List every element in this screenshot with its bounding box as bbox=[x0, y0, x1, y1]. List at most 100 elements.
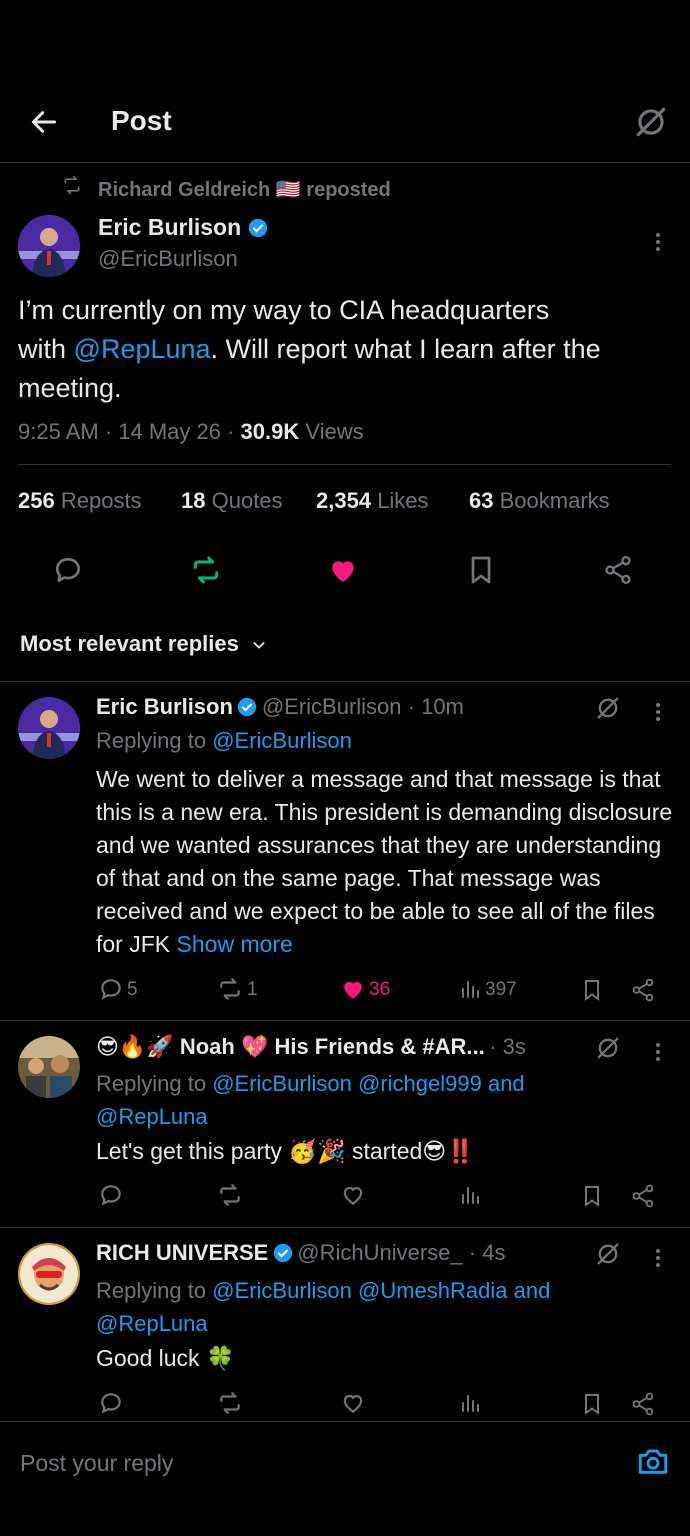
grok-reply-button[interactable] bbox=[594, 1034, 622, 1062]
bookmarks-label: Bookmarks bbox=[499, 488, 610, 513]
replying-mention[interactable]: @EricBurlison @richgel999 and bbox=[212, 1071, 524, 1096]
mention-link[interactable]: @RepLuna bbox=[74, 334, 211, 364]
views-icon bbox=[462, 1395, 479, 1412]
grok-reply-button[interactable] bbox=[594, 1240, 622, 1268]
reposts-stat[interactable]: 256 Reposts bbox=[18, 488, 142, 514]
post-time: 9:25 AM · 14 May 26 · bbox=[18, 419, 241, 444]
views-icon bbox=[458, 976, 482, 1002]
repost-button[interactable] bbox=[189, 554, 223, 586]
reply-share-button[interactable] bbox=[630, 976, 656, 1004]
grok-icon bbox=[636, 107, 666, 137]
likes-stat[interactable]: 2,354 Likes bbox=[316, 488, 429, 514]
sort-label: Most relevant replies bbox=[20, 631, 239, 656]
reposts-count: 256 bbox=[18, 488, 55, 513]
header-divider bbox=[0, 162, 690, 163]
quotes-stat[interactable]: 18 Quotes bbox=[181, 488, 283, 514]
verified-badge-icon bbox=[237, 697, 257, 717]
chevron-down-icon bbox=[251, 637, 267, 653]
reply-more-button[interactable] bbox=[656, 700, 662, 724]
replying-to: Replying to @EricBurlison @UmeshRadia an… bbox=[96, 1274, 550, 1340]
reply-more-button[interactable] bbox=[656, 1246, 662, 1270]
replying-prefix: Replying to bbox=[96, 728, 213, 753]
heart-filled-icon bbox=[340, 976, 366, 1002]
repost-icon bbox=[216, 976, 244, 1002]
views-count: 397 bbox=[485, 979, 517, 1000]
repost-label[interactable]: Richard Geldreich 🇺🇸 reposted bbox=[98, 177, 391, 202]
replying-mention-2[interactable]: @RepLuna bbox=[96, 1311, 208, 1336]
reply-icon bbox=[98, 976, 124, 1002]
reply-reply-button[interactable]: 5 bbox=[98, 976, 138, 1003]
reply-author-name[interactable]: Eric Burlison bbox=[96, 694, 233, 719]
reposts-label: Reposts bbox=[60, 488, 142, 513]
back-button[interactable] bbox=[28, 106, 60, 138]
bookmarks-count: 63 bbox=[469, 488, 494, 513]
replying-prefix: Replying to bbox=[96, 1071, 213, 1096]
reply-avatar[interactable] bbox=[18, 697, 80, 759]
reply-more-button[interactable] bbox=[656, 1040, 662, 1064]
bookmark-icon bbox=[585, 1394, 599, 1415]
share-button[interactable] bbox=[602, 554, 634, 586]
author-avatar[interactable] bbox=[18, 215, 80, 277]
reply-input[interactable] bbox=[18, 1444, 612, 1482]
reply-views-button[interactable]: 397 bbox=[458, 976, 517, 1003]
reply-bookmark-button[interactable] bbox=[580, 1390, 604, 1418]
reply-views-button[interactable] bbox=[458, 1182, 482, 1208]
reply-views-button[interactable] bbox=[458, 1390, 482, 1416]
reply-meta: @EricBurlison · 10m bbox=[261, 694, 464, 719]
replying-to: Replying to @EricBurlison @richgel999 an… bbox=[96, 1067, 525, 1133]
heart-filled-icon bbox=[332, 561, 354, 582]
post-text-with: with bbox=[18, 334, 74, 364]
replying-mention[interactable]: @EricBurlison bbox=[212, 728, 352, 753]
author-handle[interactable]: @EricBurlison bbox=[98, 246, 238, 272]
reply-like-button[interactable] bbox=[340, 1182, 366, 1208]
reply-bookmark-button[interactable] bbox=[580, 976, 604, 1004]
post-text: I’m currently on my way to CIA headquart… bbox=[18, 291, 678, 408]
reply-reply-button[interactable] bbox=[98, 1182, 124, 1208]
reply-share-button[interactable] bbox=[630, 1390, 656, 1418]
verified-badge-icon bbox=[273, 1243, 293, 1263]
replying-mention[interactable]: @EricBurlison @UmeshRadia and bbox=[212, 1278, 550, 1303]
reply-count: 5 bbox=[127, 979, 138, 1000]
reply-share-button[interactable] bbox=[630, 1182, 656, 1210]
reply-header: 😎🔥🚀 Noah 💖 His Friends & #AR... · 3s bbox=[96, 1034, 526, 1060]
sort-divider bbox=[0, 681, 690, 682]
reply-reply-button[interactable] bbox=[98, 1390, 124, 1416]
reply-author-name[interactable]: 😎🔥🚀 Noah 💖 His Friends & #AR... bbox=[96, 1034, 485, 1059]
reply-like-button[interactable] bbox=[340, 1390, 366, 1416]
quotes-label: Quotes bbox=[211, 488, 283, 513]
reply-button[interactable] bbox=[52, 554, 84, 586]
post-more-button[interactable] bbox=[656, 230, 662, 254]
replying-mention-2[interactable]: @RepLuna bbox=[96, 1104, 208, 1129]
grok-button[interactable] bbox=[632, 103, 670, 141]
grok-icon bbox=[597, 1243, 619, 1265]
sort-dropdown[interactable]: Most relevant replies bbox=[20, 631, 267, 657]
views-count: 30.9K bbox=[240, 419, 300, 444]
reply-author-name[interactable]: RICH UNIVERSE bbox=[96, 1240, 268, 1265]
reply-repost-button[interactable] bbox=[216, 1182, 244, 1208]
reply-icon bbox=[56, 558, 80, 582]
show-more-link[interactable]: Show more bbox=[177, 931, 293, 957]
reply-avatar[interactable] bbox=[18, 1243, 80, 1305]
bookmark-icon bbox=[585, 980, 599, 1001]
bookmarks-stat[interactable]: 63 Bookmarks bbox=[469, 488, 610, 514]
grok-icon bbox=[597, 1037, 619, 1059]
reply-actions bbox=[96, 1182, 676, 1218]
reply-repost-button[interactable]: 1 bbox=[216, 976, 258, 1003]
reply-avatar[interactable] bbox=[18, 1036, 80, 1098]
bookmark-button[interactable] bbox=[465, 554, 497, 586]
camera-button[interactable] bbox=[636, 1444, 670, 1478]
reply-repost-button[interactable] bbox=[216, 1390, 244, 1416]
reply-body: Good luck 🍀 bbox=[96, 1345, 235, 1371]
heart-icon bbox=[343, 1395, 363, 1413]
share-icon bbox=[632, 1392, 654, 1416]
grok-reply-button[interactable] bbox=[594, 694, 622, 722]
author-name-row[interactable]: Eric Burlison bbox=[98, 214, 268, 241]
reply-bookmark-button[interactable] bbox=[580, 1182, 604, 1210]
reply-like-button[interactable]: 36 bbox=[340, 976, 390, 1003]
views-label: Views bbox=[299, 419, 364, 444]
reply-header: RICH UNIVERSE @RichUniverse_ · 4s bbox=[96, 1240, 505, 1266]
page-title: Post bbox=[111, 105, 172, 136]
reply-divider bbox=[0, 1020, 690, 1021]
replying-prefix: Replying to bbox=[96, 1278, 213, 1303]
like-button[interactable] bbox=[327, 554, 359, 586]
